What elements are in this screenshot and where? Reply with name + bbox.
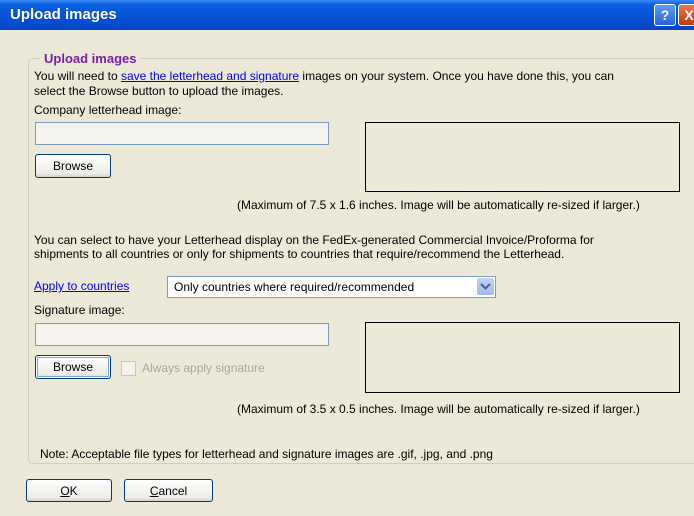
chevron-down-icon[interactable] (477, 278, 494, 295)
intro-part2: images on your system. Once you have don… (299, 69, 614, 83)
intro-part1: You will need to (34, 69, 121, 83)
cancel-label-rest: ancel (158, 483, 188, 498)
letterhead-browse-label: Browse (52, 159, 93, 173)
apply-countries-selected: Only countries where required/recommende… (174, 280, 415, 294)
apply-to-countries-link[interactable]: Apply to countries (34, 279, 129, 293)
apply-countries-select[interactable]: Only countries where required/recommende… (167, 276, 496, 298)
signature-browse-button[interactable]: Browse (35, 355, 111, 379)
window-title: Upload images (10, 6, 117, 23)
letterhead-preview (365, 122, 680, 192)
ok-label: OK (27, 484, 111, 498)
cancel-label: Cancel (125, 484, 212, 498)
ok-mnemonic: O (60, 483, 70, 498)
title-bar: Upload images ? X (0, 0, 694, 30)
letterhead-browse-button[interactable]: Browse (35, 154, 111, 178)
help-button[interactable]: ? (654, 4, 676, 26)
always-apply-label: Always apply signature (142, 361, 265, 375)
letterhead-label: Company letterhead image: (34, 103, 182, 117)
countries-info-line1: You can select to have your Letterhead d… (34, 233, 594, 247)
ok-button[interactable]: OK (26, 479, 112, 502)
signature-size-note: (Maximum of 3.5 x 0.5 inches. Image will… (237, 402, 640, 416)
ok-label-rest: K (69, 483, 78, 498)
countries-info-line2: shipments to all countries or only for s… (34, 247, 565, 261)
letterhead-path-field[interactable] (35, 122, 329, 145)
intro-text-line2: select the Browse button to upload the i… (34, 84, 284, 98)
signature-path-field[interactable] (35, 323, 329, 346)
signature-preview (365, 322, 680, 393)
save-images-link[interactable]: save the letterhead and signature (121, 69, 299, 83)
letterhead-size-note: (Maximum of 7.5 x 1.6 inches. Image will… (237, 198, 640, 212)
signature-label: Signature image: (34, 303, 125, 317)
always-apply-checkbox[interactable] (121, 361, 136, 376)
close-button[interactable]: X (678, 4, 694, 26)
file-types-note: Note: Acceptable file types for letterhe… (40, 447, 493, 461)
cancel-button[interactable]: Cancel (124, 479, 213, 502)
intro-text-line1: You will need to save the letterhead and… (34, 69, 614, 83)
group-title: Upload images (40, 51, 141, 66)
signature-browse-label: Browse (52, 360, 93, 374)
